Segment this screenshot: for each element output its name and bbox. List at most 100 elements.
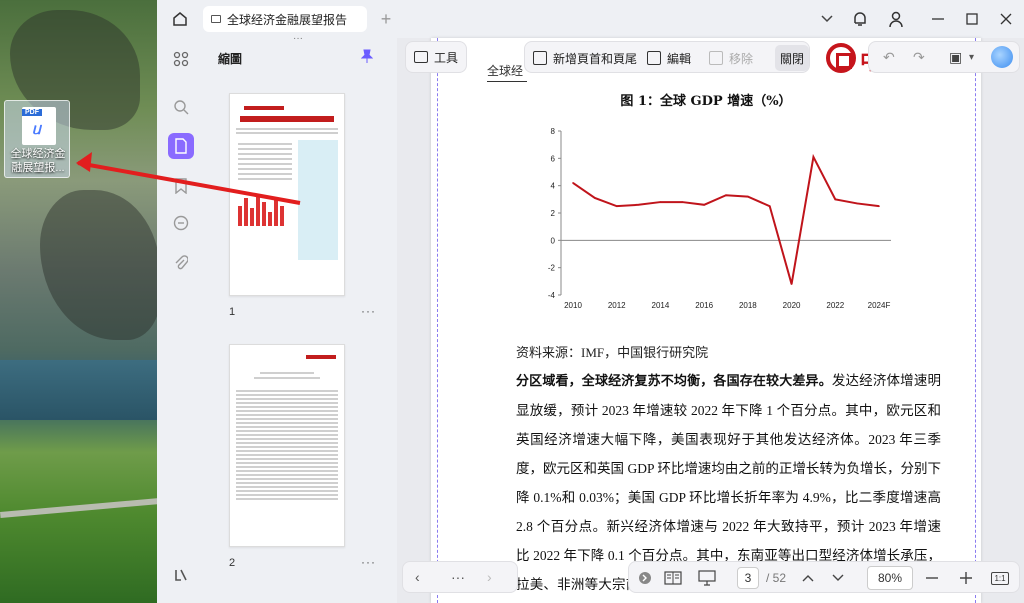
pdf-app-logo-icon[interactable]	[168, 562, 194, 588]
actual-size-button[interactable]: 1:1	[989, 562, 1011, 594]
x-tick-label: 2018	[739, 301, 757, 310]
search-icon[interactable]	[168, 94, 194, 120]
chevron-down-icon[interactable]	[817, 9, 837, 29]
title-bar: 全球经济金融展望报告 +	[157, 0, 1024, 38]
data-point	[659, 201, 662, 203]
redo-icon[interactable]: ↷	[913, 49, 925, 66]
current-page-input[interactable]: 3	[737, 567, 759, 589]
bell-icon[interactable]	[849, 8, 871, 30]
user-icon[interactable]	[885, 8, 907, 30]
x-tick-label: 2014	[652, 301, 670, 310]
collapse-icon[interactable]	[635, 562, 655, 594]
previous-page-icon[interactable]: ‹	[415, 569, 420, 585]
chart-title: 图 1：全球 GDP 增速（%）	[620, 94, 792, 109]
data-point	[594, 197, 596, 199]
y-tick-label: 2	[551, 209, 556, 218]
home-icon[interactable]	[169, 8, 191, 30]
desktop-file-label: 全球经济金融展望报...	[10, 148, 66, 174]
chart-source: 资料来源：IMF，中国银行研究院	[516, 345, 709, 360]
left-icon-bar	[157, 38, 203, 603]
remove-icon	[709, 51, 723, 65]
x-tick-label: 2024F	[868, 301, 891, 310]
thumbnails-title: 縮圖	[218, 52, 243, 66]
zoom-in-icon[interactable]	[955, 562, 977, 594]
page-2-more-button[interactable]: ···	[361, 555, 376, 569]
total-pages: / 52	[765, 571, 786, 585]
x-tick-label: 2010	[564, 301, 582, 310]
page-down-icon[interactable]	[827, 562, 849, 594]
page-1-more-button[interactable]: ···	[361, 304, 376, 318]
data-point	[878, 205, 880, 207]
bookmark-icon[interactable]	[168, 173, 194, 199]
data-point	[768, 205, 771, 207]
gdp-line-chart: -4 -2 0 2 4 6 8 2010 2012 2014 2016 2018 2020 2022 202…	[548, 127, 891, 310]
tools-button[interactable]: 工具	[405, 41, 467, 73]
x-tick-label: 2016	[695, 301, 713, 310]
ai-assistant-icon[interactable]	[991, 46, 1013, 68]
page-margin-guide	[975, 38, 976, 603]
gdp-growth-series-line	[572, 153, 880, 285]
edit-icon	[647, 51, 661, 65]
presentation-icon[interactable]	[695, 562, 719, 594]
bank-logo	[826, 43, 856, 73]
y-tick-label: 4	[551, 182, 556, 191]
data-point	[747, 195, 749, 198]
header-footer-icon	[533, 51, 547, 65]
comment-icon[interactable]	[168, 210, 194, 236]
chevron-down-icon[interactable]: ▾	[969, 52, 974, 63]
data-point	[703, 204, 705, 206]
undo-icon[interactable]: ↶	[883, 49, 895, 66]
maximize-button[interactable]	[961, 8, 983, 30]
document-viewer[interactable]: 全球经 图 1：全球 GDP 增速（%） -4 -2 0 2 4 6 8 2010 2012 20…	[397, 38, 1024, 603]
x-tick-label: 2020	[783, 301, 801, 310]
data-point	[637, 204, 640, 206]
tab-title: 全球经济金融展望报告	[227, 12, 348, 27]
desktop-file-icon[interactable]: PDF ᥙ 全球经济金融展望报...	[4, 100, 70, 178]
data-point	[615, 205, 618, 207]
page-thumbnail-2[interactable]	[229, 344, 345, 547]
y-tick-label: -2	[548, 264, 556, 273]
remove-button[interactable]: 移除	[709, 42, 753, 74]
data-point	[834, 198, 837, 201]
data-point	[812, 156, 815, 158]
document-page: 全球经 图 1：全球 GDP 增速（%） -4 -2 0 2 4 6 8 2010 2012 20…	[431, 38, 981, 603]
pdf-file-icon: PDF ᥙ	[22, 107, 56, 145]
apps-grid-icon[interactable]	[168, 46, 194, 72]
page-nav-bar: ‹ ··· ›	[402, 561, 518, 593]
pin-icon[interactable]	[360, 49, 375, 63]
paragraph-lead: 分区域看，全球经济复苏不均衡，各国存在较大差异。	[516, 374, 832, 389]
y-tick-label: -4	[548, 291, 556, 300]
data-point	[572, 182, 574, 184]
save-icon[interactable]: ▣	[949, 49, 962, 66]
y-tick-label: 6	[551, 154, 556, 163]
pdf-reader-window: 全球经济金融展望报告 + ··· 縮圖 1 ··· 2 ··· 全球经 图 1：…	[157, 0, 1024, 603]
page-margin-guide	[437, 38, 438, 603]
header-footer-toolbar: 新增頁首和頁尾 編輯 移除 關閉	[524, 41, 810, 73]
add-header-footer-button[interactable]: 新增頁首和頁尾	[533, 42, 637, 74]
zoom-out-icon[interactable]	[921, 562, 943, 594]
document-tab[interactable]: 全球经济金融展望报告	[203, 6, 367, 32]
new-tab-button[interactable]: +	[375, 8, 397, 30]
data-point	[725, 194, 727, 197]
desktop-background: PDF ᥙ 全球经济金融展望报...	[0, 0, 160, 603]
toolbox-icon	[413, 51, 428, 63]
minimize-button[interactable]	[927, 8, 949, 30]
data-point	[790, 283, 793, 285]
page-header-text: 全球经	[487, 62, 527, 82]
next-page-icon[interactable]: ›	[487, 569, 492, 585]
thumbnails-icon[interactable]	[168, 133, 194, 159]
x-tick-label: 2012	[608, 301, 626, 310]
page-thumbnail-1[interactable]	[229, 93, 345, 296]
data-point	[856, 202, 858, 205]
edit-button[interactable]: 編輯	[647, 42, 691, 74]
page-layout-icon[interactable]	[661, 562, 685, 594]
attachment-icon[interactable]	[168, 250, 194, 276]
zoom-level-input[interactable]: 80%	[867, 566, 913, 590]
close-toolbar-button[interactable]: 關閉	[775, 45, 809, 71]
y-tick-label: 0	[551, 236, 556, 245]
close-window-button[interactable]	[995, 8, 1017, 30]
page-number-1: 1	[229, 306, 236, 318]
page-up-icon[interactable]	[797, 562, 819, 594]
more-options-button[interactable]: ···	[451, 569, 465, 585]
panel-resize-handle[interactable]: ···	[288, 33, 308, 44]
